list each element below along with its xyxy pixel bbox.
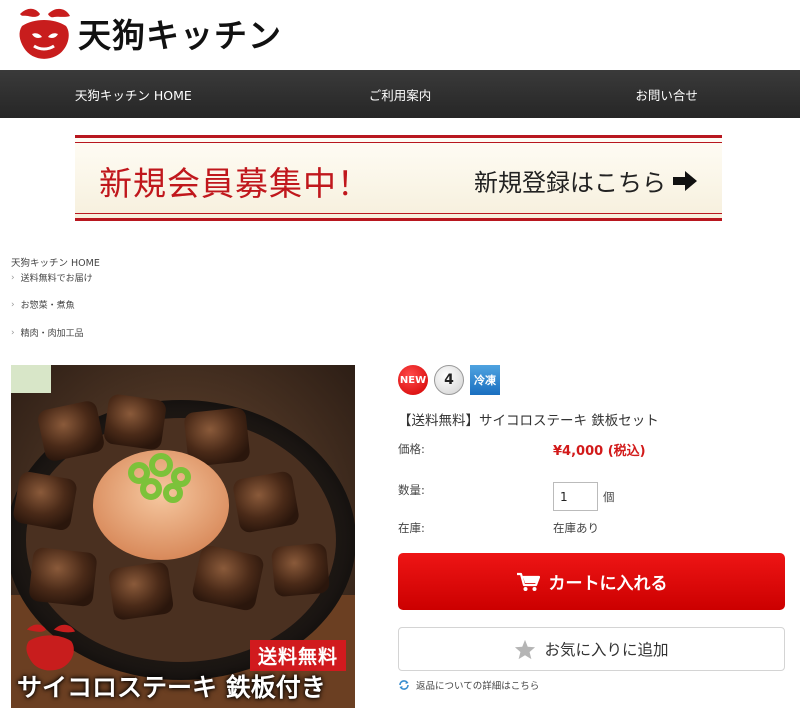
add-to-favorites-button[interactable]: お気に入りに追加 bbox=[398, 627, 785, 671]
free-shipping-badge: 送料無料 bbox=[249, 640, 346, 671]
star-icon bbox=[515, 639, 536, 659]
quantity-input[interactable] bbox=[553, 482, 598, 511]
cart-icon bbox=[516, 572, 540, 591]
price-label: 価格: bbox=[398, 442, 425, 456]
category-label: 送料無料でお届け bbox=[20, 274, 93, 284]
banner-cta-label: 新規登録はこちら bbox=[474, 169, 666, 197]
site-logo[interactable]: 天狗キッチン bbox=[14, 4, 282, 62]
product-title: 【送料無料】サイコロステーキ 鉄板セット bbox=[398, 413, 659, 429]
frozen-badge-icon: 冷凍 bbox=[470, 365, 500, 395]
product-image[interactable]: 送料無料 サイコロステーキ 鉄板付き bbox=[11, 365, 355, 708]
category-link-free-shipping[interactable]: › 送料無料でお届け bbox=[11, 271, 93, 285]
add-to-favorites-label: お気に入りに追加 bbox=[544, 641, 669, 659]
product-price: ¥4,000 (税込) bbox=[553, 444, 646, 459]
number-badge-icon: 4 bbox=[434, 365, 464, 395]
site-header: 天狗キッチン bbox=[0, 0, 800, 70]
category-link-side-dishes[interactable]: › お惣菜・煮魚 bbox=[11, 298, 75, 312]
tengu-logo-icon bbox=[26, 624, 76, 671]
add-to-cart-button[interactable]: カートに入れる bbox=[398, 553, 785, 610]
banner-cta[interactable]: 新規登録はこちら bbox=[474, 163, 698, 198]
banner-rule bbox=[75, 213, 722, 214]
refresh-icon bbox=[399, 680, 409, 690]
logo-text: 天狗キッチン bbox=[78, 16, 282, 55]
banner-headline: 新規会員募集中！ bbox=[99, 164, 371, 203]
add-to-cart-label: カートに入れる bbox=[548, 574, 668, 594]
breadcrumb-home[interactable]: 天狗キッチン HOME bbox=[11, 255, 100, 269]
category-label: お惣菜・煮魚 bbox=[20, 301, 75, 311]
quantity-label: 数量: bbox=[398, 483, 425, 497]
stock-label: 在庫: bbox=[398, 521, 425, 535]
chevron-right-icon: › bbox=[11, 272, 15, 283]
nav-guide[interactable]: ご利用案内 bbox=[267, 70, 534, 118]
banner-rule bbox=[75, 218, 722, 221]
tengu-logo-icon bbox=[19, 8, 70, 59]
arrow-right-icon bbox=[673, 170, 697, 191]
category-label: 精肉・肉加工品 bbox=[20, 329, 84, 339]
chevron-right-icon: › bbox=[11, 327, 15, 338]
chevron-right-icon: › bbox=[11, 299, 15, 310]
new-badge-icon: NEW bbox=[398, 365, 428, 395]
image-caption: サイコロステーキ 鉄板付き bbox=[17, 673, 326, 702]
main-nav: 天狗キッチン HOME ご利用案内 お問い合せ bbox=[0, 70, 800, 118]
return-policy-link[interactable]: 返品についての詳細はこちら bbox=[398, 678, 539, 692]
quantity-unit: 個 bbox=[603, 490, 615, 504]
banner-rule bbox=[75, 142, 722, 143]
nav-home[interactable]: 天狗キッチン HOME bbox=[0, 70, 267, 118]
category-link-meat[interactable]: › 精肉・肉加工品 bbox=[11, 326, 84, 340]
banner-rule bbox=[75, 135, 722, 138]
nav-contact[interactable]: お問い合せ bbox=[533, 70, 800, 118]
signup-banner[interactable]: 新規会員募集中！ 新規登録はこちら bbox=[75, 135, 722, 221]
stock-status: 在庫あり bbox=[553, 521, 599, 535]
product-badges: NEW 4 冷凍 bbox=[398, 365, 500, 395]
return-link-label: 返品についての詳細はこちら bbox=[416, 681, 540, 692]
